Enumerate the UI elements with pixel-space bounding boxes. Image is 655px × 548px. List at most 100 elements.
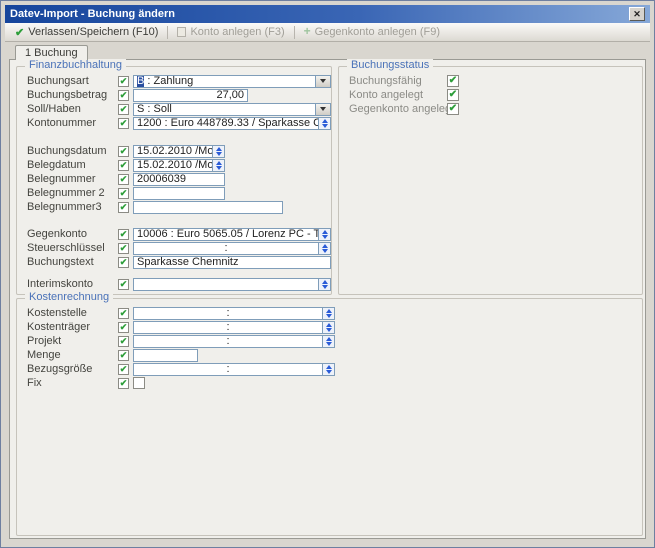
belegdatum-spinner[interactable]: 15.02.2010 /Mo — [133, 159, 225, 172]
kostenstelle-value: : — [134, 307, 322, 319]
spinner-updown-icon[interactable] — [212, 146, 224, 157]
row-projekt: Projekt : — [17, 334, 642, 348]
chevron-down-icon[interactable] — [315, 76, 330, 87]
gegenkonto-angelegt-label: Gegenkonto angelegt — [349, 103, 447, 115]
belegnummer2-input[interactable] — [133, 187, 225, 200]
save-exit-button[interactable]: Verlassen/Speichern (F10) — [9, 25, 164, 40]
buchungsart-apply-checkbox[interactable] — [118, 76, 129, 87]
belegnummer-apply-checkbox[interactable] — [118, 174, 129, 185]
kostentraeger-apply-checkbox[interactable] — [118, 322, 129, 333]
menge-label: Menge — [27, 349, 118, 361]
status-check-icon — [447, 89, 459, 101]
row-menge: Menge — [17, 348, 642, 362]
buchungstext-input[interactable] — [133, 256, 331, 269]
sollhaben-dropdown[interactable]: S : Soll — [133, 103, 331, 116]
create-account-label: Konto anlegen (F3) — [190, 26, 284, 38]
belegnummer-label: Belegnummer — [27, 173, 118, 185]
projekt-apply-checkbox[interactable] — [118, 336, 129, 347]
belegnummer2-apply-checkbox[interactable] — [118, 188, 129, 199]
spinner-updown-icon[interactable] — [322, 336, 334, 347]
buchungsart-value: : Zahlung — [144, 75, 193, 87]
create-contra-account-button[interactable]: Gegenkonto anlegen (F9) — [298, 25, 446, 39]
row-belegnummer: Belegnummer — [17, 172, 331, 186]
buchungsfaehig-label: Buchungsfähig — [349, 75, 447, 87]
tab-buchung[interactable]: 1 Buchung — [15, 45, 88, 60]
buchungsbetrag-apply-checkbox[interactable] — [118, 90, 129, 101]
row-buchungsdatum: Buchungsdatum 15.02.2010 /Mo — [17, 144, 331, 158]
interimskonto-spinner[interactable] — [133, 278, 331, 291]
group-kostenrechnung: Kostenrechnung Kostenstelle : Kostenträg… — [16, 298, 643, 536]
kontonummer-label: Kontonummer — [27, 117, 118, 129]
kontonummer-apply-checkbox[interactable] — [118, 118, 129, 129]
spinner-updown-icon[interactable] — [318, 118, 330, 129]
menge-apply-checkbox[interactable] — [118, 350, 129, 361]
buchungstext-apply-checkbox[interactable] — [118, 257, 129, 268]
buchungsbetrag-label: Buchungsbetrag — [27, 89, 118, 101]
row-kostentraeger: Kostenträger : — [17, 320, 642, 334]
group-buchungsstatus: Buchungsstatus Buchungsfähig Konto angel… — [338, 66, 643, 295]
kostenstelle-spinner[interactable]: : — [133, 307, 335, 320]
status-row: Konto angelegt — [339, 88, 642, 102]
row-belegdatum: Belegdatum 15.02.2010 /Mo — [17, 158, 331, 172]
fix-label: Fix — [27, 377, 118, 389]
chevron-down-icon[interactable] — [315, 104, 330, 115]
kostentraeger-value: : — [134, 321, 322, 333]
fix-checkbox[interactable] — [133, 377, 145, 389]
belegdatum-value: 15.02.2010 /Mo — [134, 159, 212, 171]
menge-input[interactable] — [133, 349, 198, 362]
create-account-button[interactable]: Konto anlegen (F3) — [171, 25, 290, 39]
bezugsgroesse-spinner[interactable]: : — [133, 363, 335, 376]
row-fix: Fix — [17, 376, 642, 390]
spinner-updown-icon[interactable] — [212, 160, 224, 171]
projekt-value: : — [134, 335, 322, 347]
projekt-label: Projekt — [27, 335, 118, 347]
gegenkonto-spinner[interactable]: 10006 : Euro 5065.05 / Lorenz PC - Techn… — [133, 228, 331, 241]
fix-apply-checkbox[interactable] — [118, 378, 129, 389]
row-sollhaben: Soll/Haben S : Soll — [17, 102, 331, 116]
row-kostenstelle: Kostenstelle : — [17, 306, 642, 320]
buchungsbetrag-input[interactable] — [133, 89, 248, 102]
belegnummer-input[interactable] — [133, 173, 225, 186]
row-belegnummer3: Belegnummer3 — [17, 200, 331, 214]
create-contra-account-label: Gegenkonto anlegen (F9) — [315, 26, 440, 38]
gegenkonto-apply-checkbox[interactable] — [118, 229, 129, 240]
new-account-icon — [177, 27, 186, 37]
spinner-updown-icon[interactable] — [322, 322, 334, 333]
buchungsdatum-apply-checkbox[interactable] — [118, 146, 129, 157]
bezugsgroesse-apply-checkbox[interactable] — [118, 364, 129, 375]
belegdatum-apply-checkbox[interactable] — [118, 160, 129, 171]
close-icon[interactable]: ✕ — [629, 7, 645, 21]
sollhaben-apply-checkbox[interactable] — [118, 104, 129, 115]
steuerschluessel-spinner[interactable]: : — [133, 242, 331, 255]
projekt-spinner[interactable]: : — [133, 335, 335, 348]
row-kontonummer: Kontonummer 1200 : Euro 448789.33 / Spar… — [17, 116, 331, 130]
spinner-updown-icon[interactable] — [322, 364, 334, 375]
toolbar: Verlassen/Speichern (F10) Konto anlegen … — [5, 23, 650, 42]
kostentraeger-spinner[interactable]: : — [133, 321, 335, 334]
sollhaben-label: Soll/Haben — [27, 103, 118, 115]
spinner-updown-icon[interactable] — [318, 243, 330, 254]
kostenstelle-apply-checkbox[interactable] — [118, 308, 129, 319]
buchungsdatum-label: Buchungsdatum — [27, 145, 118, 157]
belegnummer3-apply-checkbox[interactable] — [118, 202, 129, 213]
buchungsart-label: Buchungsart — [27, 75, 118, 87]
titlebar: Datev-Import - Buchung ändern ✕ — [5, 5, 650, 23]
main-panel: Finanzbuchhaltung Buchungsart B : Zahlun… — [9, 59, 646, 539]
spinner-updown-icon[interactable] — [318, 229, 330, 240]
kostenstelle-label: Kostenstelle — [27, 307, 118, 319]
interimskonto-apply-checkbox[interactable] — [118, 279, 129, 290]
buchungsdatum-spinner[interactable]: 15.02.2010 /Mo — [133, 145, 225, 158]
buchungsart-dropdown[interactable]: B : Zahlung — [133, 75, 331, 88]
gegenkonto-value: 10006 : Euro 5065.05 / Lorenz PC - Techn… — [134, 228, 318, 240]
toolbar-separator — [294, 26, 295, 39]
steuerschluessel-apply-checkbox[interactable] — [118, 243, 129, 254]
spinner-updown-icon[interactable] — [322, 308, 334, 319]
spinner-updown-icon[interactable] — [318, 279, 330, 290]
gegenkonto-label: Gegenkonto — [27, 228, 118, 240]
kontonummer-spinner[interactable]: 1200 : Euro 448789.33 / Sparkasse Chemni… — [133, 117, 331, 130]
row-buchungstext: Buchungstext — [17, 255, 331, 269]
buchungsdatum-value: 15.02.2010 /Mo — [134, 145, 212, 157]
add-contra-account-icon — [304, 26, 311, 38]
group-finanzbuchhaltung: Finanzbuchhaltung Buchungsart B : Zahlun… — [16, 66, 332, 295]
belegnummer3-input[interactable] — [133, 201, 283, 214]
